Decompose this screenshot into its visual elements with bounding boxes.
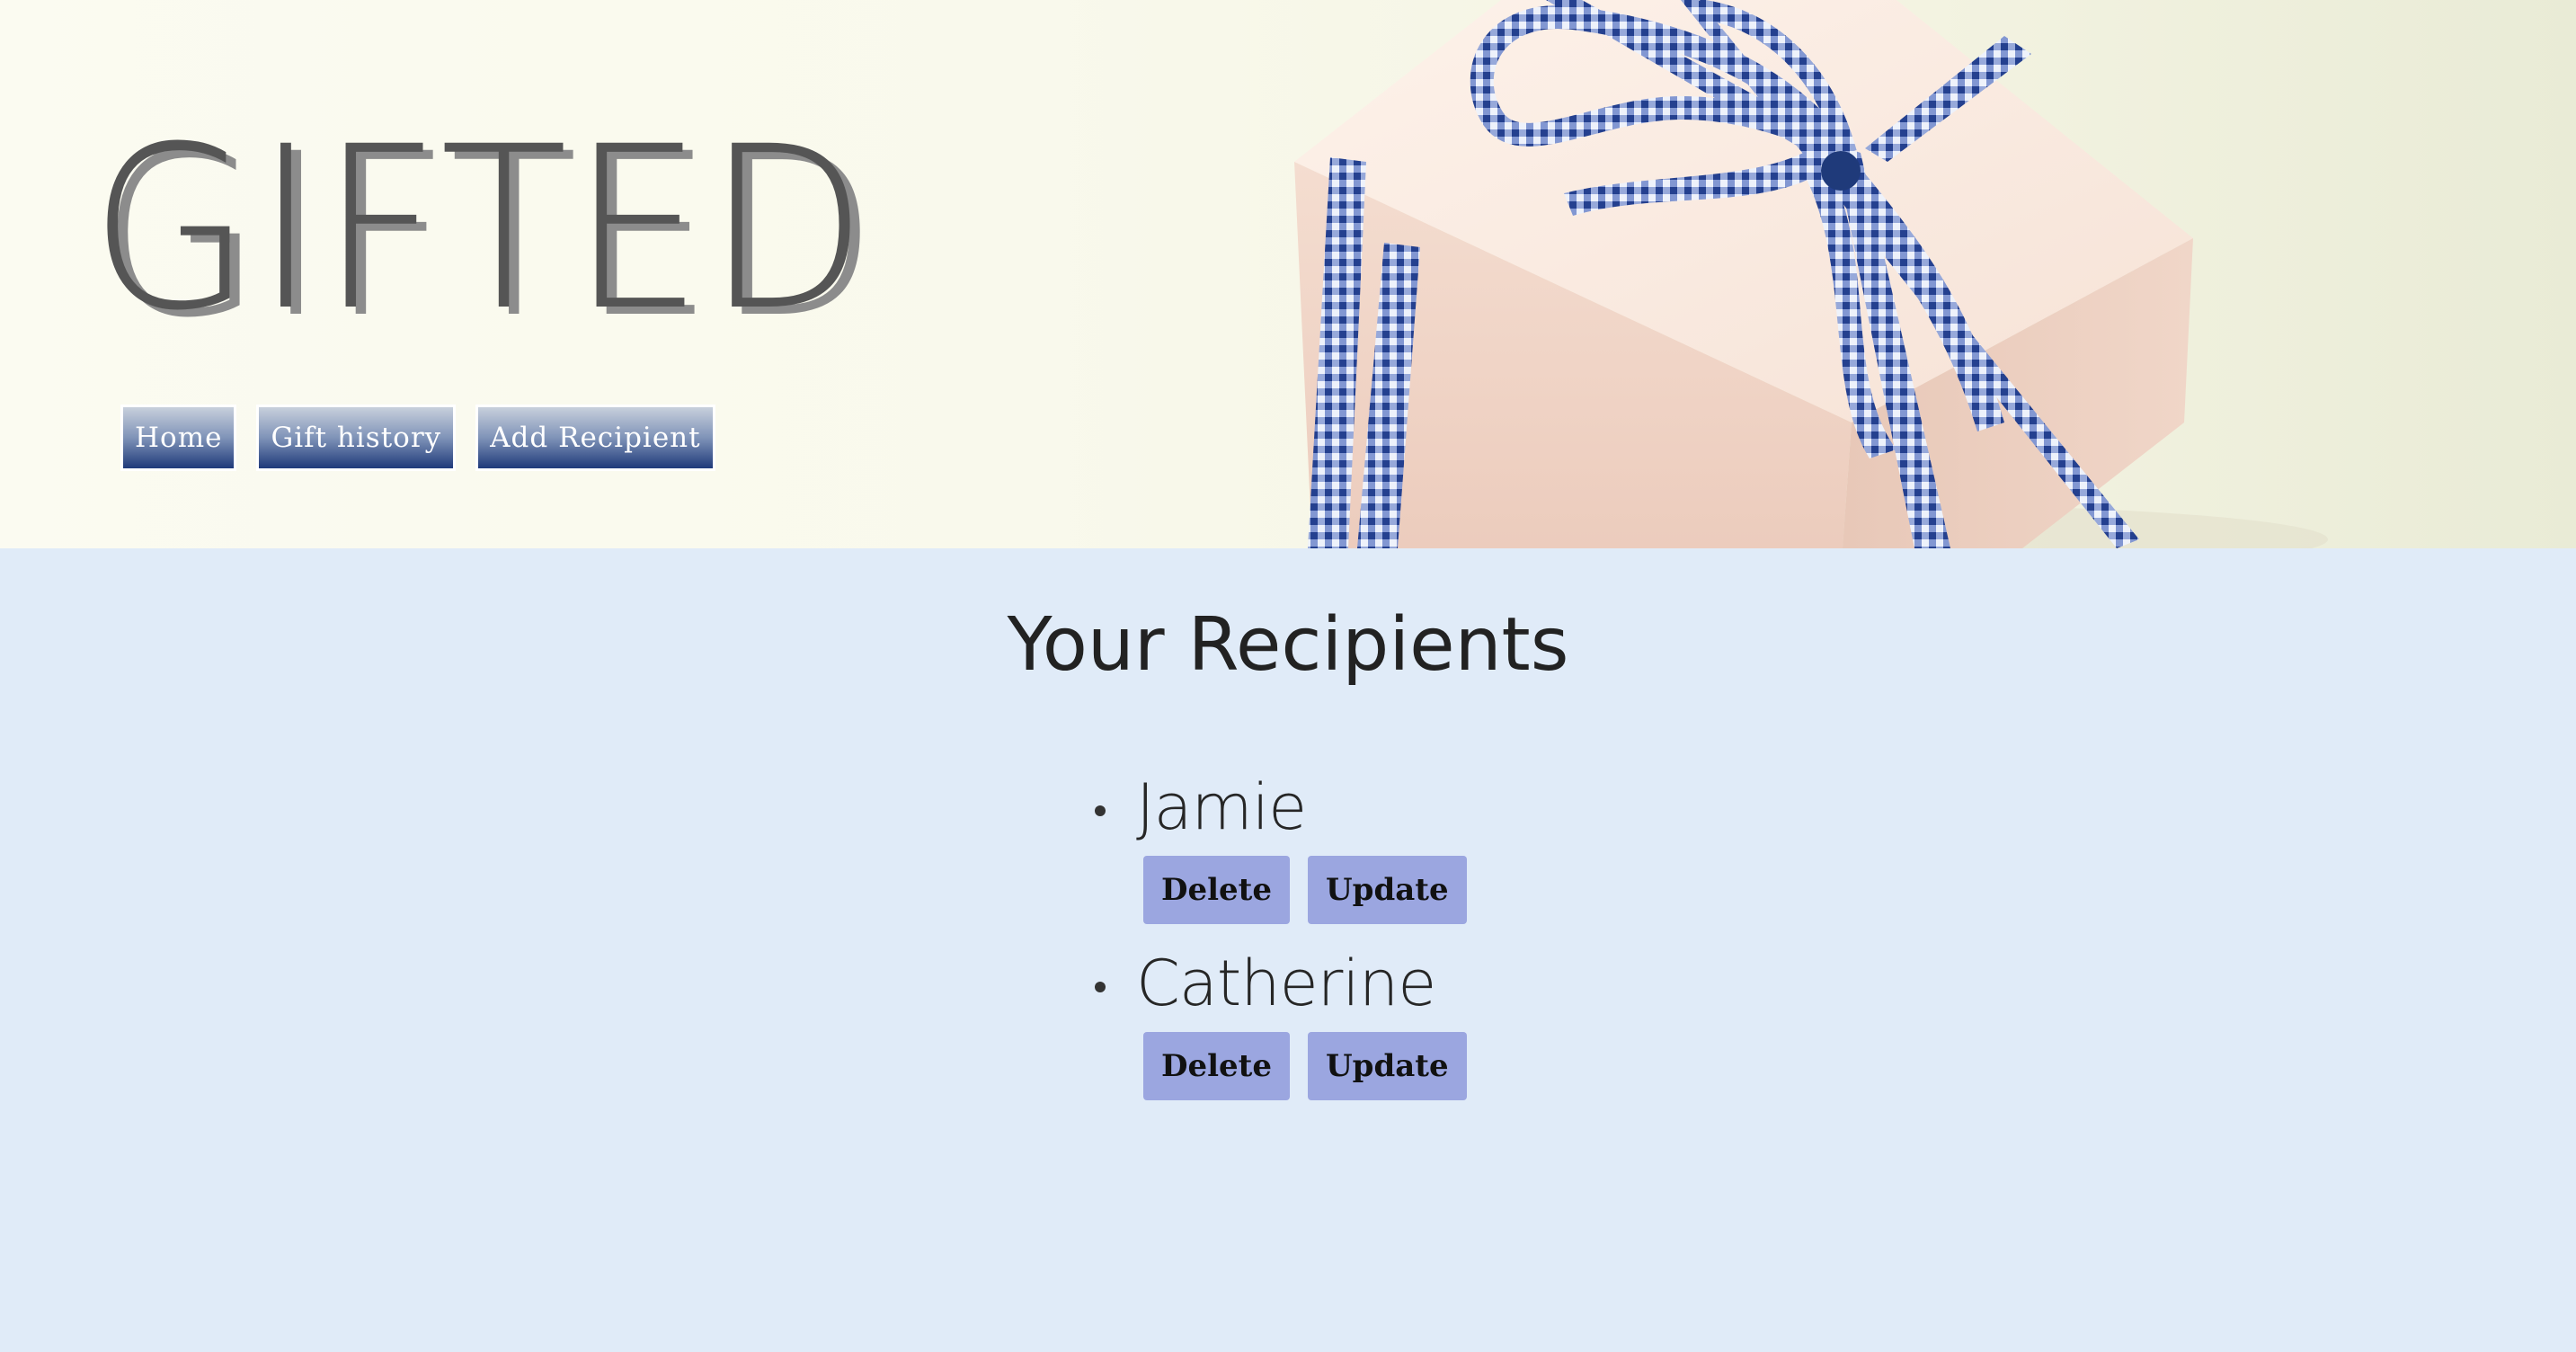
main-content: Your Recipients Jamie Delete Update Cath… (0, 548, 2576, 1352)
recipient-actions: Delete Update (1143, 1032, 1467, 1100)
recipient-name: Jamie (1136, 770, 1307, 844)
page-title: Your Recipients (1007, 602, 1569, 688)
delete-button[interactable]: Delete (1143, 1032, 1291, 1100)
gift-box-image (1294, 0, 2328, 548)
hero-header: GIFTED Home Gift history Add Recipient (0, 0, 2576, 548)
recipient-list: Jamie Delete Update Catherine Delete Upd… (1095, 764, 1467, 1116)
update-button[interactable]: Update (1308, 1032, 1467, 1100)
main-nav: Home Gift history Add Recipient (120, 405, 715, 471)
recipient-item: Jamie Delete Update (1095, 764, 1467, 924)
recipient-actions: Delete Update (1143, 856, 1467, 924)
brand-logo: GIFTED (90, 98, 871, 360)
bullet-icon (1095, 982, 1106, 992)
bullet-icon (1095, 805, 1106, 816)
recipient-name: Catherine (1136, 947, 1436, 1020)
nav-add-recipient-button[interactable]: Add Recipient (475, 405, 715, 471)
update-button[interactable]: Update (1308, 856, 1467, 924)
nav-home-button[interactable]: Home (120, 405, 237, 471)
recipient-item: Catherine Delete Update (1095, 940, 1467, 1100)
nav-gift-history-button[interactable]: Gift history (256, 405, 457, 471)
delete-button[interactable]: Delete (1143, 856, 1291, 924)
